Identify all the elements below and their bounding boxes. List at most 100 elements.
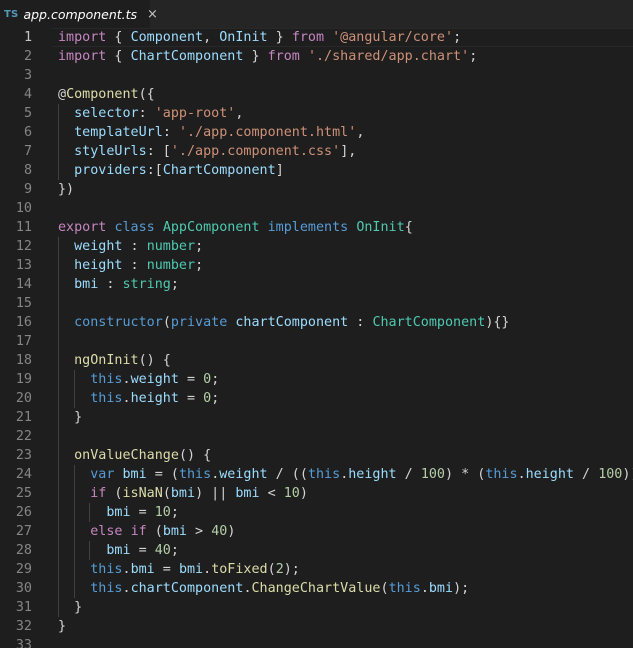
code-text: this.chartComponent.ChangeChartValue(thi… — [58, 579, 469, 598]
code-line[interactable]: 23 onValueChange() { — [0, 446, 633, 465]
code-token: styleUrls — [74, 144, 147, 159]
code-token: ], — [340, 144, 357, 159]
close-icon[interactable]: × — [147, 7, 158, 22]
line-number: 19 — [15, 372, 32, 387]
code-line[interactable]: 7 styleUrls: ['./app.component.css'], — [0, 142, 633, 161]
code-token: ngOnInit — [74, 353, 139, 368]
code-line[interactable]: 20 this.height = 0; — [0, 389, 633, 408]
code-token: this — [307, 467, 341, 482]
code-line[interactable]: 10 — [0, 199, 633, 218]
code-line[interactable]: 22 — [0, 427, 633, 446]
code-line[interactable]: 14 bmi : string; — [0, 275, 633, 294]
code-line[interactable]: 26 bmi = 10; — [0, 503, 633, 522]
code-line[interactable]: 1 import { Component, OnInit } from '@ang… — [0, 28, 633, 47]
code-text: templateUrl: './app.component.html', — [58, 123, 364, 142]
code-token: > — [187, 524, 212, 539]
code-line[interactable]: 12 weight : number; — [0, 237, 633, 256]
line-number: 6 — [23, 125, 32, 140]
code-token: weight — [74, 239, 123, 254]
code-token: export — [58, 220, 107, 235]
line-number: 26 — [15, 505, 32, 520]
code-line[interactable]: 13 height : number; — [0, 256, 633, 275]
code-token: bmi — [122, 467, 147, 482]
code-line[interactable]: 16 constructor(private chartComponent : … — [0, 313, 633, 332]
code-token: . — [243, 581, 252, 596]
code-token: () { — [178, 448, 212, 463]
code-token: OnInit — [219, 30, 268, 45]
code-line[interactable]: 3 — [0, 66, 633, 85]
code-text: import { ChartComponent } from './shared… — [58, 47, 477, 66]
code-line[interactable]: 28 bmi = 40; — [0, 541, 633, 560]
code-line[interactable]: 8 providers:[ChartComponent] — [0, 161, 633, 180]
code-line[interactable]: 32} — [0, 617, 633, 636]
code-line[interactable]: 17 — [0, 332, 633, 351]
code-line[interactable]: 19 this.weight = 0; — [0, 370, 633, 389]
code-line[interactable]: 11 export class AppComponent implements O… — [0, 218, 633, 237]
code-line[interactable]: 2 import { ChartComponent } from './share… — [0, 47, 633, 66]
code-token: , — [235, 106, 244, 121]
code-token: 0 — [203, 372, 212, 387]
code-line[interactable]: 6 templateUrl: './app.component.html', — [0, 123, 633, 142]
code-token: onValueChange — [74, 448, 179, 463]
code-token: from — [267, 49, 300, 64]
code-token: providers — [74, 163, 147, 178]
code-token: / (( — [267, 467, 308, 482]
code-line[interactable]: 33 — [0, 636, 633, 648]
code-line[interactable]: 25 if (isNaN(bmi) || bmi < 10) — [0, 484, 633, 503]
code-token: this — [90, 391, 123, 406]
code-line[interactable]: 24 var bmi = (this.weight / ((this.heigh… — [0, 465, 633, 484]
code-token: ; — [195, 239, 204, 254]
code-token: './shared/app.chart' — [307, 49, 470, 64]
code-token: } — [243, 49, 268, 64]
code-token: selector — [74, 106, 139, 121]
code-line[interactable]: 21 } — [0, 408, 633, 427]
code-token: this — [388, 581, 421, 596]
code-token: if — [90, 486, 107, 501]
code-token: ( — [146, 524, 163, 539]
code-token: 'app-root' — [154, 106, 236, 121]
code-token: { — [404, 220, 413, 235]
code-line[interactable]: 4 @Component({ — [0, 85, 633, 104]
code-token: ; — [211, 372, 220, 387]
code-token: ( — [106, 486, 123, 501]
code-text: constructor(private chartComponent : Cha… — [58, 313, 509, 332]
code-token: ) — [299, 486, 308, 501]
code-line[interactable]: 18 ngOnInit() { — [0, 351, 633, 370]
code-line[interactable]: 15 — [0, 294, 633, 313]
code-token: height — [74, 258, 123, 273]
line-number: 21 — [15, 410, 32, 425]
code-token: : — [348, 315, 373, 330]
line-number: 22 — [15, 429, 32, 444]
code-token: 2 — [275, 562, 284, 577]
editor-window: TS app.component.ts × 1 import { Componen… — [0, 0, 633, 648]
code-token: isNaN — [122, 486, 163, 501]
line-number: 29 — [15, 562, 32, 577]
code-token: ] — [275, 163, 284, 178]
code-token: constructor — [74, 315, 163, 330]
code-token: ) * ( — [445, 467, 486, 482]
code-token: () { — [138, 353, 171, 368]
line-number: 31 — [15, 600, 32, 615]
indent-guide — [58, 332, 59, 351]
code-line[interactable]: 5 selector: 'app-root', — [0, 104, 633, 123]
code-token: ( — [162, 315, 171, 330]
code-line[interactable]: 31 } — [0, 598, 633, 617]
code-line[interactable]: 9}) — [0, 180, 633, 199]
code-token: height — [348, 467, 397, 482]
code-editor[interactable]: 1 import { Component, OnInit } from '@ang… — [0, 28, 633, 648]
code-line[interactable]: 29 this.bmi = bmi.toFixed(2); — [0, 560, 633, 579]
code-token: / — [574, 467, 599, 482]
tab-app-component-ts[interactable]: TS app.component.ts × — [0, 0, 158, 28]
code-line[interactable]: 30 this.chartComponent.ChangeChartValue(… — [0, 579, 633, 598]
code-token: Component — [130, 30, 204, 45]
code-token: bmi — [235, 486, 260, 501]
code-line[interactable]: 27 else if (bmi > 40) — [0, 522, 633, 541]
